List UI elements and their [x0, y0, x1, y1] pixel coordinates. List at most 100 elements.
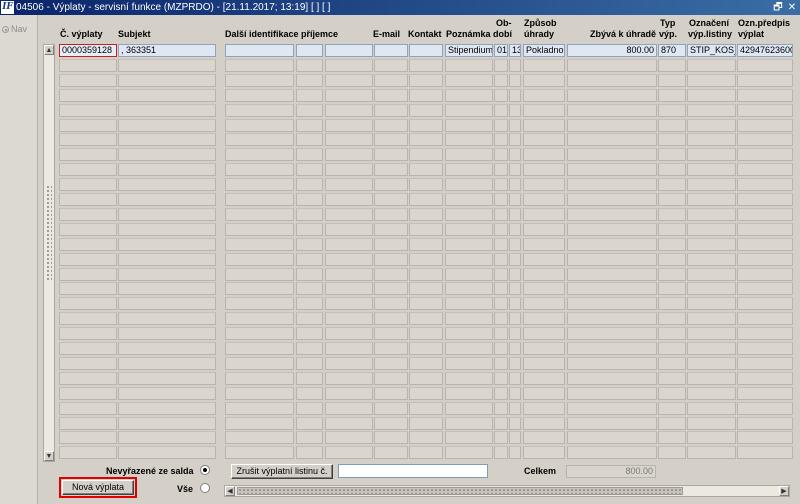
cell-ozn-predpis[interactable]	[737, 446, 793, 459]
cell-kontakt[interactable]	[325, 312, 373, 325]
cell-typ[interactable]	[658, 417, 686, 430]
cell-c-vyplaty[interactable]	[59, 133, 117, 146]
filter-nevyrazene-radio[interactable]	[200, 465, 210, 475]
cell-obdobi-mesic[interactable]	[494, 148, 508, 161]
cell-kontakt[interactable]	[325, 223, 373, 236]
cell-typ[interactable]	[658, 163, 686, 176]
cell-subjekt[interactable]	[118, 193, 216, 206]
cell-extra-2[interactable]	[409, 282, 443, 295]
cell-kontakt[interactable]	[325, 148, 373, 161]
grid-vertical-scrollbar[interactable]: ▲ ▼	[43, 44, 55, 462]
cell-extra-2[interactable]	[409, 297, 443, 310]
cell-c-vyplaty[interactable]	[59, 163, 117, 176]
cell-zpusob[interactable]	[523, 282, 565, 295]
cell-zpusob[interactable]	[523, 312, 565, 325]
cell-kontakt[interactable]	[325, 372, 373, 385]
header-obdobi-line2[interactable]: dobí	[493, 29, 512, 39]
cell-oznaceni[interactable]	[687, 74, 736, 87]
cell-ozn-predpis[interactable]	[737, 238, 793, 251]
cell-c-vyplaty[interactable]	[59, 119, 117, 132]
header-zpusob-line2[interactable]: úhrady	[524, 29, 554, 39]
cell-zbyva[interactable]: 800.00	[567, 44, 657, 57]
cell-email[interactable]	[296, 89, 323, 102]
cell-obdobi-rok[interactable]	[509, 223, 521, 236]
cell-extra-2[interactable]	[409, 133, 443, 146]
cell-subjekt[interactable]	[118, 163, 216, 176]
cell-poznamka[interactable]	[445, 238, 493, 251]
cell-c-vyplaty[interactable]	[59, 357, 117, 370]
cell-obdobi-rok[interactable]	[509, 402, 521, 415]
cell-obdobi-mesic[interactable]	[494, 402, 508, 415]
cell-zbyva[interactable]	[567, 223, 657, 236]
cell-obdobi-rok[interactable]	[509, 297, 521, 310]
cell-kontakt[interactable]	[325, 59, 373, 72]
cell-extra-2[interactable]	[409, 163, 443, 176]
cell-obdobi-mesic[interactable]	[494, 372, 508, 385]
cell-obdobi-mesic[interactable]	[494, 223, 508, 236]
cell-oznaceni[interactable]	[687, 417, 736, 430]
cell-obdobi-rok[interactable]	[509, 104, 521, 117]
cell-subjekt[interactable]	[118, 178, 216, 191]
cell-poznamka[interactable]	[445, 59, 493, 72]
cell-email[interactable]	[296, 193, 323, 206]
cell-dalsi-identifikace[interactable]	[225, 44, 294, 57]
cell-obdobi-rok[interactable]	[509, 357, 521, 370]
cell-obdobi-mesic[interactable]	[494, 327, 508, 340]
cell-typ[interactable]	[658, 223, 686, 236]
cell-ozn-predpis[interactable]	[737, 89, 793, 102]
header-ozn-predpis-line2[interactable]: výplat	[738, 29, 764, 39]
cell-obdobi-mesic[interactable]	[494, 297, 508, 310]
cell-email[interactable]	[296, 387, 323, 400]
cell-zpusob[interactable]	[523, 417, 565, 430]
cell-oznaceni[interactable]	[687, 119, 736, 132]
cell-obdobi-rok[interactable]	[509, 119, 521, 132]
cell-c-vyplaty[interactable]	[59, 148, 117, 161]
cell-subjekt[interactable]	[118, 208, 216, 221]
cell-c-vyplaty[interactable]	[59, 178, 117, 191]
cell-obdobi-rok[interactable]	[509, 282, 521, 295]
cell-kontakt[interactable]	[325, 327, 373, 340]
cell-typ[interactable]	[658, 327, 686, 340]
cell-obdobi-mesic[interactable]	[494, 104, 508, 117]
cell-oznaceni[interactable]	[687, 193, 736, 206]
cell-oznaceni[interactable]	[687, 402, 736, 415]
scroll-left-icon[interactable]: ◀	[225, 486, 235, 496]
cell-obdobi-rok[interactable]	[509, 133, 521, 146]
cell-ozn-predpis[interactable]: 42947623600	[737, 44, 793, 57]
cell-oznaceni[interactable]	[687, 297, 736, 310]
cell-obdobi-rok[interactable]	[509, 268, 521, 281]
cell-extra-1[interactable]	[374, 133, 408, 146]
cell-ozn-predpis[interactable]	[737, 148, 793, 161]
cell-kontakt[interactable]	[325, 238, 373, 251]
cell-poznamka[interactable]	[445, 327, 493, 340]
cell-ozn-predpis[interactable]	[737, 417, 793, 430]
cell-extra-2[interactable]	[409, 417, 443, 430]
cell-ozn-predpis[interactable]	[737, 357, 793, 370]
cell-typ[interactable]	[658, 387, 686, 400]
cell-ozn-predpis[interactable]	[737, 268, 793, 281]
cell-zbyva[interactable]	[567, 59, 657, 72]
cell-c-vyplaty[interactable]	[59, 104, 117, 117]
cell-zbyva[interactable]	[567, 357, 657, 370]
cell-obdobi-mesic[interactable]	[494, 193, 508, 206]
cell-email[interactable]	[296, 327, 323, 340]
cell-dalsi-identifikace[interactable]	[225, 163, 294, 176]
cell-extra-1[interactable]	[374, 268, 408, 281]
cell-ozn-predpis[interactable]	[737, 372, 793, 385]
cell-extra-2[interactable]	[409, 253, 443, 266]
cell-c-vyplaty[interactable]	[59, 193, 117, 206]
cell-zpusob[interactable]	[523, 104, 565, 117]
cell-oznaceni[interactable]	[687, 268, 736, 281]
cell-extra-1[interactable]	[374, 119, 408, 132]
cell-extra-2[interactable]	[409, 431, 443, 444]
cell-c-vyplaty[interactable]	[59, 253, 117, 266]
cell-typ[interactable]	[658, 372, 686, 385]
cell-zbyva[interactable]	[567, 446, 657, 459]
cell-typ[interactable]: 870	[658, 44, 686, 57]
cell-zpusob[interactable]	[523, 193, 565, 206]
cell-email[interactable]	[296, 417, 323, 430]
cell-email[interactable]	[296, 342, 323, 355]
cell-subjekt[interactable]	[118, 148, 216, 161]
cell-typ[interactable]	[658, 119, 686, 132]
cell-oznaceni[interactable]	[687, 148, 736, 161]
